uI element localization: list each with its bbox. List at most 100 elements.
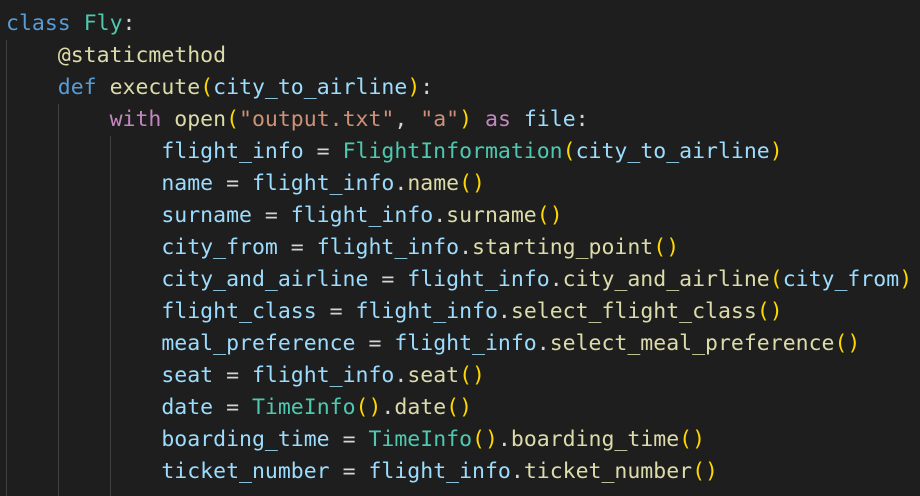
variable: flight_info [161, 139, 304, 164]
bracket: () [446, 395, 473, 420]
function-name: open [174, 107, 227, 132]
method-name: date [394, 395, 447, 420]
method-name: starting_point [472, 235, 654, 260]
keyword: as [485, 107, 511, 132]
code-line-5[interactable]: flight_info = FlightInformation(city_to_… [6, 136, 783, 168]
keyword: with [109, 107, 162, 132]
argument: city_from [782, 267, 900, 292]
method-name: ticket_number [523, 459, 693, 484]
operator: = [251, 203, 291, 228]
object: flight_info [290, 203, 434, 228]
object: flight_info [407, 267, 550, 292]
punctuation: . [497, 299, 511, 324]
variable: name [161, 171, 214, 196]
operator: = [329, 459, 369, 484]
string-literal: "a" [420, 107, 460, 132]
object: flight_info [251, 171, 395, 196]
code-line-11[interactable]: meal_preference = flight_info.select_mea… [6, 328, 860, 360]
punctuation: . [433, 203, 447, 228]
bracket: () [679, 427, 706, 452]
punctuation: , [394, 107, 421, 132]
object: flight_info [368, 459, 511, 484]
bracket: () [653, 235, 680, 260]
bracket: () [472, 427, 498, 452]
code-line-13[interactable]: date = TimeInfo().date() [6, 392, 472, 424]
method-name: select_meal_preference [549, 331, 835, 356]
code-line-2[interactable]: @staticmethod [6, 40, 226, 72]
code-line-15[interactable]: ticket_number = flight_info.ticket_numbe… [6, 456, 718, 488]
punctuation: : [575, 107, 589, 132]
code-line-14[interactable]: boarding_time = TimeInfo().boarding_time… [6, 424, 705, 456]
method-name: boarding_time [510, 427, 680, 452]
operator: = [303, 139, 343, 164]
variable: ticket_number [161, 459, 330, 484]
punctuation: . [536, 331, 550, 356]
bracket: ) [459, 107, 473, 132]
code-line-10[interactable]: flight_class = flight_info.select_flight… [6, 296, 783, 328]
code-line-1[interactable]: class Fly: [6, 8, 135, 40]
bracket: ( [769, 267, 783, 292]
variable: date [161, 395, 214, 420]
method-name: city_and_airline [562, 267, 770, 292]
operator: = [368, 267, 408, 292]
punctuation: : [420, 75, 434, 100]
object: flight_info [394, 331, 537, 356]
object: flight_info [355, 299, 498, 324]
code-line-12[interactable]: seat = flight_info.seat() [6, 360, 485, 392]
punctuation: . [394, 363, 408, 388]
variable: city_from [161, 235, 278, 260]
method-name: seat [407, 363, 460, 388]
keyword: def [57, 75, 97, 100]
operator: = [329, 427, 369, 452]
code-line-8[interactable]: city_from = flight_info.starting_point() [6, 232, 679, 264]
object: flight_info [251, 363, 395, 388]
bracket: ( [562, 139, 576, 164]
bracket: () [834, 331, 861, 356]
parameter: city_to_airline [213, 75, 408, 100]
operator: = [213, 395, 252, 420]
class-name: FlightInformation [342, 139, 563, 164]
bracket: () [536, 203, 563, 228]
argument: city_to_airline [575, 139, 770, 164]
method-name: select_flight_class [510, 299, 757, 324]
punctuation: . [459, 235, 473, 260]
code-line-7[interactable]: surname = flight_info.surname() [6, 200, 563, 232]
class-name: TimeInfo [251, 395, 356, 420]
code-line-4[interactable]: with open("output.txt", "a") as file: [6, 104, 589, 136]
operator: = [316, 299, 356, 324]
variable: flight_class [161, 299, 317, 324]
bracket: () [459, 171, 485, 196]
variable: city_and_airline [161, 267, 369, 292]
bracket: () [756, 299, 783, 324]
operator: = [355, 331, 395, 356]
variable: boarding_time [161, 427, 330, 452]
punctuation: : [122, 11, 136, 36]
bracket: ( [200, 75, 214, 100]
punctuation: . [549, 267, 563, 292]
bracket: ( [226, 107, 240, 132]
class-name: Fly [83, 11, 123, 36]
code-line-9[interactable]: city_and_airline = flight_info.city_and_… [6, 264, 912, 296]
operator: = [277, 235, 317, 260]
operator: = [213, 171, 252, 196]
punctuation: . [497, 427, 511, 452]
code-editor[interactable]: class Fly: @staticmethod def execute(cit… [0, 0, 920, 496]
punctuation: . [381, 395, 395, 420]
variable: meal_preference [161, 331, 356, 356]
method-name: name [407, 171, 460, 196]
keyword: class [6, 11, 71, 36]
operator: = [213, 363, 252, 388]
variable: file [523, 107, 576, 132]
decorator: @staticmethod [57, 43, 227, 68]
method-name: surname [446, 203, 537, 228]
code-line-3[interactable]: def execute(city_to_airline): [6, 72, 433, 104]
bracket: ) [899, 267, 913, 292]
function-name: execute [109, 75, 201, 100]
string-literal: "output.txt" [239, 107, 395, 132]
bracket: ) [769, 139, 783, 164]
punctuation: . [394, 171, 408, 196]
code-line-6[interactable]: name = flight_info.name() [6, 168, 485, 200]
variable: seat [161, 363, 214, 388]
bracket: () [692, 459, 718, 484]
bracket: ) [407, 75, 421, 100]
